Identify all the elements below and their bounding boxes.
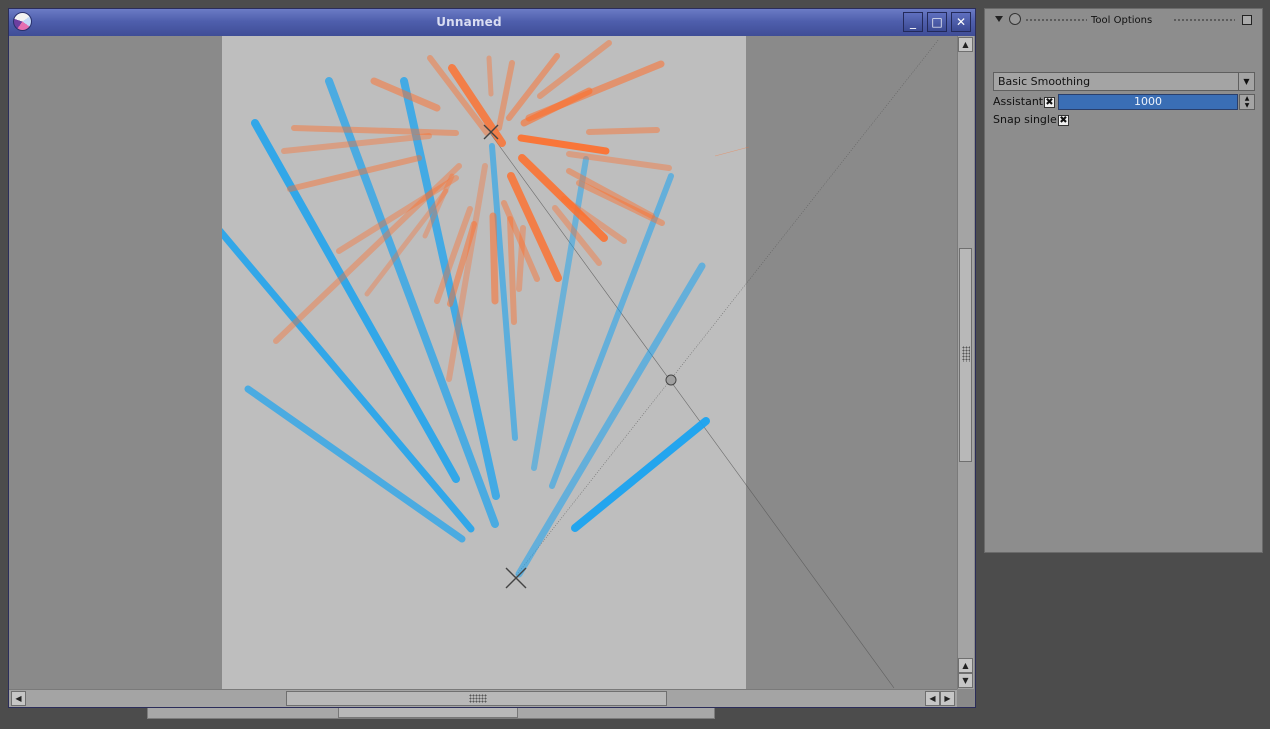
assistant-line xyxy=(714,146,750,157)
smoothing-mode-value: Basic Smoothing xyxy=(998,75,1091,88)
spin-down-icon[interactable]: ▼ xyxy=(1240,102,1254,109)
triangle-down-icon[interactable] xyxy=(995,16,1003,22)
orange-stroke xyxy=(516,225,526,292)
minimize-button[interactable]: _ xyxy=(903,12,923,32)
orange-stroke xyxy=(486,55,494,97)
assistant-spin-buttons[interactable]: ▲ ▼ xyxy=(1239,94,1255,110)
scroll-left-button-right[interactable]: ◀ xyxy=(925,691,940,706)
orange-stroke xyxy=(291,125,459,136)
vertical-scroll-thumb[interactable] xyxy=(959,248,972,462)
assistant-line xyxy=(514,38,940,578)
arrow-right-icon: ▶ xyxy=(944,694,951,703)
smoothing-mode-select[interactable]: Basic Smoothing ▼ xyxy=(993,72,1255,91)
orange-stroke xyxy=(517,134,610,155)
close-icon: ✕ xyxy=(955,15,967,29)
arrow-left-icon: ◀ xyxy=(15,694,22,703)
orange-stroke xyxy=(507,216,517,325)
docker-grip-dots xyxy=(1173,18,1235,22)
vertical-scrollbar[interactable]: ▲ ▲ ▼ xyxy=(957,36,974,689)
assistant-label: Assistant: xyxy=(993,95,1047,108)
orange-stroke xyxy=(427,55,490,136)
grip-icon xyxy=(962,346,970,362)
float-docker-icon[interactable] xyxy=(1242,15,1252,25)
orange-stroke xyxy=(287,155,422,192)
close-button[interactable]: ✕ xyxy=(951,12,971,32)
dropdown-glyph: ▼ xyxy=(1243,77,1250,86)
check-icon: ✖ xyxy=(1045,97,1054,108)
background-window-hscroll-thumb[interactable] xyxy=(338,707,518,718)
snap-single-checkbox[interactable]: ✖ xyxy=(1058,115,1069,126)
lock-icon[interactable] xyxy=(1009,13,1021,25)
minimize-icon: _ xyxy=(910,15,916,29)
maximize-icon: □ xyxy=(931,15,943,29)
arrow-down-icon: ▼ xyxy=(962,676,969,685)
docker-grip-dots xyxy=(1025,18,1087,22)
orange-stroke xyxy=(520,87,593,127)
blue-stroke xyxy=(244,385,466,543)
arrow-up-icon: ▲ xyxy=(962,661,969,670)
blue-stroke xyxy=(400,77,500,500)
arrow-left-icon: ◀ xyxy=(929,694,936,703)
spin-up-icon[interactable]: ▲ xyxy=(1240,95,1254,102)
scroll-up-button[interactable]: ▲ xyxy=(958,37,973,52)
blue-stroke xyxy=(515,262,706,578)
window-titlebar[interactable]: Unnamed _ □ ✕ xyxy=(9,9,975,36)
brush-strokes-layer xyxy=(222,38,940,689)
assistant-checkbox[interactable]: ✖ xyxy=(1044,97,1055,108)
assistant-magnetism-value: 1000 xyxy=(1134,95,1162,108)
grip-icon xyxy=(469,694,487,703)
horizontal-scroll-thumb[interactable] xyxy=(286,691,667,706)
orange-stroke xyxy=(586,127,660,135)
scroll-left-button[interactable]: ◀ xyxy=(11,691,26,706)
maximize-button[interactable]: □ xyxy=(927,12,947,32)
assistant-line xyxy=(489,132,895,689)
scroll-up-button-lower[interactable]: ▲ xyxy=(958,658,973,673)
orange-stroke xyxy=(448,64,506,147)
vanishing-point-bottom xyxy=(505,567,527,589)
document-window: Unnamed _ □ ✕ ▲ ▲ ▼ ◀ ◀ ▶ xyxy=(8,8,976,708)
assistant-magnetism-input[interactable]: 1000 xyxy=(1058,94,1238,110)
docker-title: Tool Options xyxy=(1091,15,1153,26)
check-icon: ✖ xyxy=(1059,115,1068,126)
snap-single-label: Snap single: xyxy=(993,113,1061,126)
horizontal-scrollbar[interactable]: ◀ ◀ ▶ xyxy=(9,689,957,707)
perspective-assistant-lines xyxy=(489,38,940,689)
canvas-viewport[interactable] xyxy=(9,36,957,689)
orange-stroke xyxy=(489,212,499,305)
scroll-down-button[interactable]: ▼ xyxy=(958,673,973,688)
window-title: Unnamed xyxy=(436,15,502,29)
blue-stroke xyxy=(571,417,710,532)
scroll-right-button[interactable]: ▶ xyxy=(940,691,955,706)
assistant-center-handle xyxy=(665,374,677,386)
arrow-up-icon: ▲ xyxy=(962,40,969,49)
tool-options-docker: Tool Options Basic Smoothing ▼ Assistant… xyxy=(984,8,1263,553)
docker-titlebar[interactable]: Tool Options xyxy=(985,9,1262,33)
chevron-down-icon: ▼ xyxy=(1238,73,1254,90)
